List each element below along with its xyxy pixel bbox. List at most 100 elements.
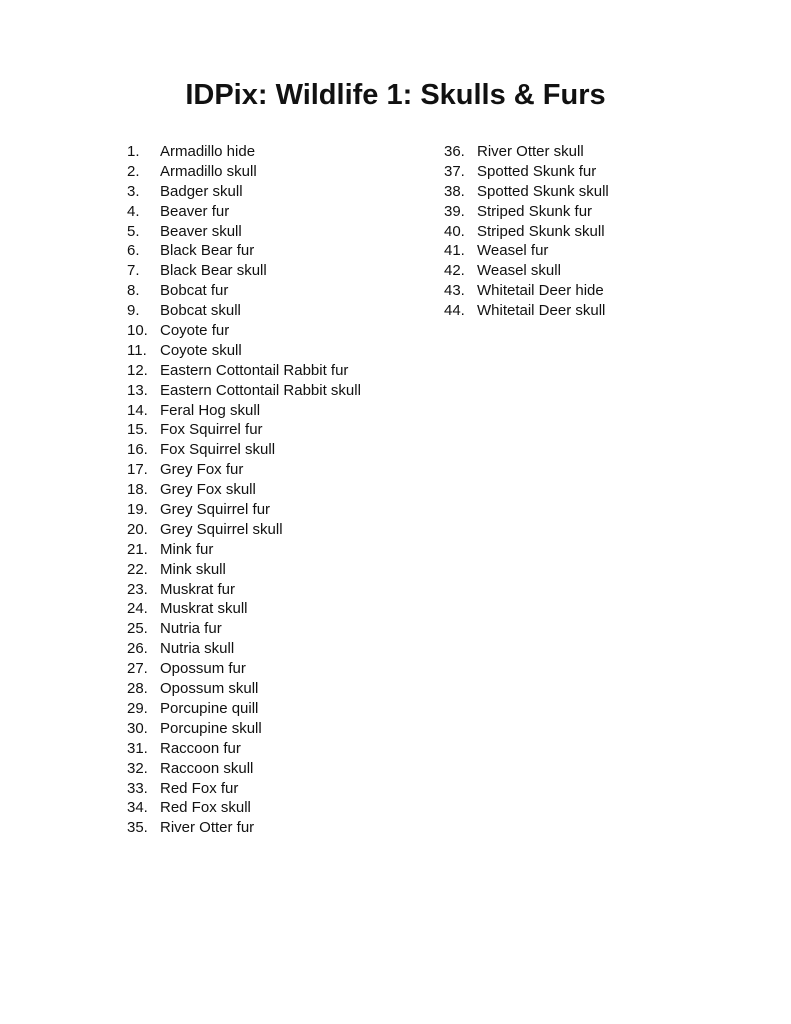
list-item-number: 36. (444, 143, 465, 160)
list-item-number: 18. (127, 481, 148, 499)
list-item-label: Spotted Skunk fur (477, 162, 597, 180)
list-item-label: Muskrat skull (160, 600, 248, 618)
list-item-number: 22. (127, 560, 148, 578)
list-item-number: 44. (444, 302, 465, 320)
list-item: 38. Spotted Skunk skull (444, 182, 609, 202)
list-item: 11. Coyote skull (127, 341, 361, 361)
list-item-label: Raccoon fur (160, 739, 241, 757)
list-item-label: River Otter fur (160, 819, 255, 837)
list-item-label: Grey Fox fur (160, 461, 244, 479)
list-item-label: Bobcat fur (160, 282, 229, 300)
list-item-label: Fox Squirrel skull (160, 441, 276, 459)
list-item-label: Mink skull (160, 560, 226, 578)
list-item: 14. Feral Hog skull (127, 401, 361, 421)
list-item: 28. Opossum skull (127, 679, 361, 699)
list-item-label: Whitetail Deer skull (477, 302, 606, 320)
list-item-label: Black Bear fur (160, 242, 255, 260)
list-item-number: 40. (444, 222, 465, 240)
specimen-list-column-left: 1. Armadillo hide 2. Armadillo skull 3. Badge… (127, 142, 361, 838)
list-item-number: 12. (127, 361, 148, 379)
list-item: 39. Striped Skunk fur (444, 202, 609, 222)
list-item-number: 13. (127, 381, 148, 399)
list-item-label: Grey Fox skull (160, 481, 256, 499)
list-item: 35. River Otter fur (127, 818, 361, 838)
list-item-label: Whitetail Deer hide (477, 282, 604, 300)
list-item-number: 26. (127, 640, 148, 658)
list-item-number: 32. (127, 759, 148, 777)
list-item: 33. Red Fox fur (127, 779, 361, 799)
list-item: 27. Opossum fur (127, 659, 361, 679)
list-item-number: 10. (127, 322, 148, 340)
list-item-number: 2. (127, 162, 140, 180)
list-item: 36. River Otter skull (444, 142, 609, 162)
list-item-label: Beaver skull (160, 222, 242, 240)
list-item: 24. Muskrat skull (127, 599, 361, 619)
list-item-number: 28. (127, 680, 148, 698)
list-item-number: 5. (127, 222, 140, 240)
list-item-number: 20. (127, 520, 148, 538)
list-item-number: 38. (444, 182, 465, 200)
list-item-label: Spotted Skunk skull (477, 182, 609, 200)
list-item-number: 31. (127, 739, 148, 757)
list-item: 16. Fox Squirrel skull (127, 440, 361, 460)
list-item-number: 7. (127, 262, 140, 280)
list-item: 1. Armadillo hide (127, 142, 361, 162)
list-item-label: Muskrat fur (160, 580, 236, 598)
list-item-label: Eastern Cottontail Rabbit fur (160, 361, 349, 379)
list-item-label: Grey Squirrel fur (160, 501, 271, 519)
list-item-number: 6. (127, 242, 140, 260)
list-item-label: Eastern Cottontail Rabbit skull (160, 381, 361, 399)
list-item-label: River Otter skull (477, 143, 584, 160)
list-item: 32. Raccoon skull (127, 759, 361, 779)
list-item: 15. Fox Squirrel fur (127, 420, 361, 440)
list-item-label: Beaver fur (160, 202, 230, 220)
list-item-label: Grey Squirrel skull (160, 520, 283, 538)
list-item-label: Opossum skull (160, 680, 259, 698)
list-item-label: Badger skull (160, 182, 243, 200)
list-item: 20. Grey Squirrel skull (127, 520, 361, 540)
list-item-label: Feral Hog skull (160, 401, 261, 419)
list-item-number: 25. (127, 620, 148, 638)
list-item-label: Porcupine skull (160, 719, 262, 737)
list-item-label: Porcupine quill (160, 699, 259, 717)
list-item-number: 21. (127, 540, 148, 558)
list-item-label: Striped Skunk fur (477, 202, 593, 220)
list-item: 31. Raccoon fur (127, 739, 361, 759)
list-item-number: 16. (127, 441, 148, 459)
list-item-label: Weasel skull (477, 262, 561, 280)
list-item-label: Coyote skull (160, 341, 242, 359)
list-item: 44. Whitetail Deer skull (444, 301, 609, 321)
list-item-label: Coyote fur (160, 322, 230, 340)
list-item-label: Opossum fur (160, 660, 246, 678)
list-item: 3. Badger skull (127, 182, 361, 202)
list-item: 6. Black Bear fur (127, 241, 361, 261)
list-item-number: 3. (127, 182, 140, 200)
list-item-label: Nutria fur (160, 620, 222, 638)
list-item: 25. Nutria fur (127, 619, 361, 639)
list-item: 43. Whitetail Deer hide (444, 281, 609, 301)
list-item-label: Fox Squirrel fur (160, 421, 263, 439)
list-item: 4. Beaver fur (127, 202, 361, 222)
list-item: 26. Nutria skull (127, 639, 361, 659)
list-item-number: 24. (127, 600, 148, 618)
list-item-number: 35. (127, 819, 148, 837)
page-title: IDPix: Wildlife 1: Skulls & Furs (185, 79, 606, 111)
list-item-number: 17. (127, 461, 148, 479)
list-item-number: 34. (127, 799, 148, 817)
list-item: 8. Bobcat fur (127, 281, 361, 301)
list-item: 9. Bobcat skull (127, 301, 361, 321)
list-item-label: Raccoon skull (160, 759, 254, 777)
list-item-label: Bobcat skull (160, 302, 241, 320)
list-item: 13. Eastern Cottontail Rabbit skull (127, 381, 361, 401)
list-item: 5. Beaver skull (127, 222, 361, 242)
list-item-label: Nutria skull (160, 640, 235, 658)
list-item-number: 39. (444, 202, 465, 220)
list-item-label: Black Bear skull (160, 262, 267, 280)
list-item: 18. Grey Fox skull (127, 480, 361, 500)
list-item-number: 14. (127, 401, 148, 419)
list-item: 37. Spotted Skunk fur (444, 162, 609, 182)
list-item-number: 8. (127, 282, 140, 300)
list-item: 42. Weasel skull (444, 261, 609, 281)
list-item-number: 19. (127, 501, 148, 519)
list-item-number: 29. (127, 699, 148, 717)
